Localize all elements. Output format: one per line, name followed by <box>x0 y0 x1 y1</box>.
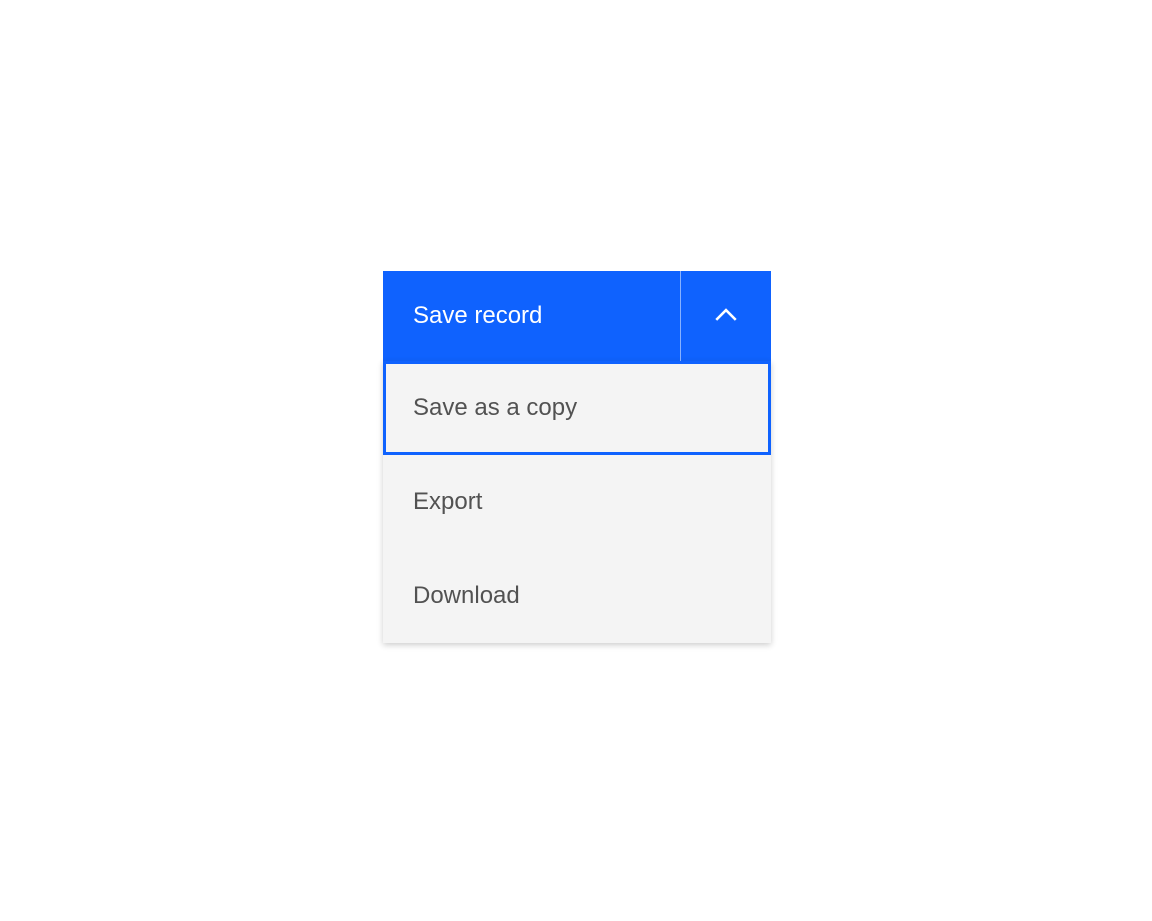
dropdown-menu: Save as a copy Export Download <box>383 361 771 643</box>
save-record-button[interactable]: Save record <box>383 271 680 361</box>
split-button: Save record <box>383 271 771 361</box>
split-button-container: Save record Save as a copy Export Downlo… <box>383 271 771 643</box>
chevron-up-icon <box>713 302 739 331</box>
menu-item-label: Download <box>413 582 520 610</box>
menu-item-export[interactable]: Export <box>383 455 771 549</box>
menu-item-download[interactable]: Download <box>383 549 771 643</box>
menu-item-label: Save as a copy <box>413 394 577 422</box>
save-record-label: Save record <box>413 302 542 330</box>
menu-item-save-as-copy[interactable]: Save as a copy <box>383 361 771 455</box>
dropdown-trigger-button[interactable] <box>681 271 771 361</box>
menu-item-label: Export <box>413 488 482 516</box>
